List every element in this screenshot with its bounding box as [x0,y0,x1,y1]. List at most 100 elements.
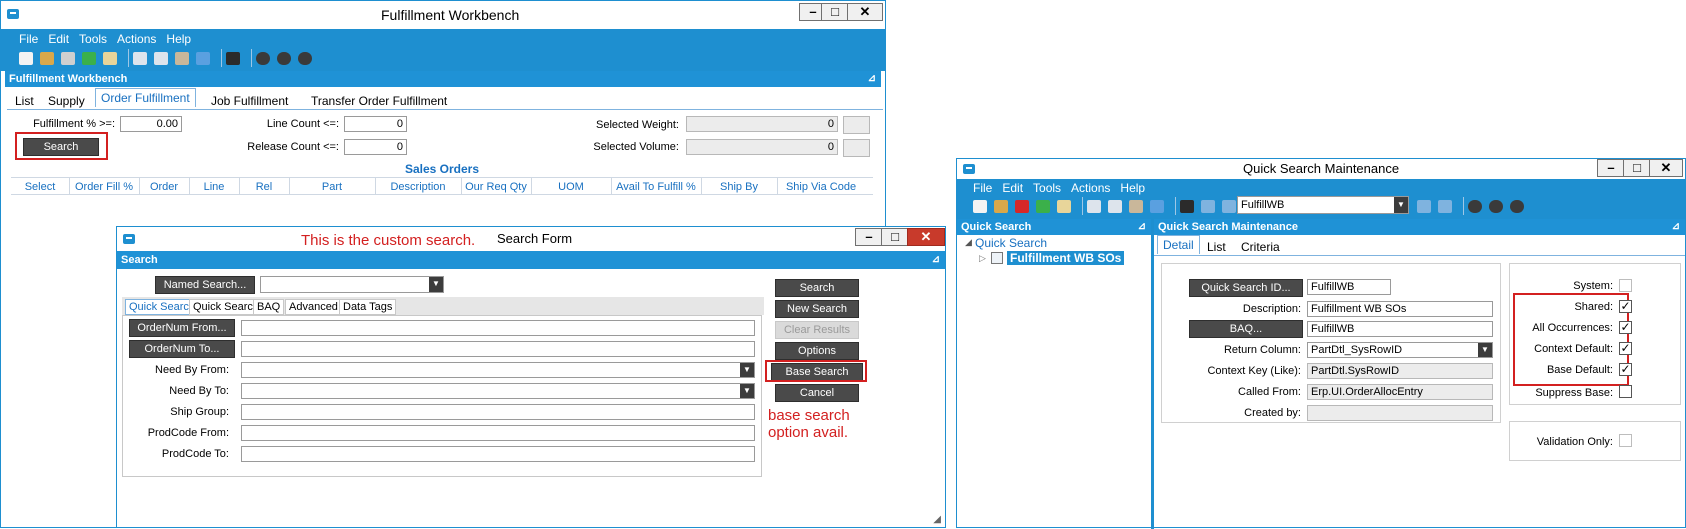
tree-child-expand-icon[interactable]: ▷ [979,253,986,264]
menu-actions[interactable]: Actions [1071,181,1110,195]
need-by-to-input[interactable]: ▼ [241,383,755,399]
cancel-button[interactable]: Cancel [775,384,859,402]
tab-quick-search-active[interactable]: Quick Search [125,299,200,315]
chevron-down-icon[interactable]: ▼ [429,277,443,292]
save-icon[interactable] [40,51,54,65]
tab-quick-search[interactable]: Quick Search [189,299,264,315]
quick-search-id-input[interactable]: FulfillWB [1307,279,1391,295]
validation-only-checkbox[interactable] [1619,434,1632,447]
new-icon[interactable] [973,199,987,213]
resize-grip-icon[interactable]: ◢ [933,514,941,525]
delete-icon[interactable] [1015,199,1029,213]
menu-actions[interactable]: Actions [117,32,156,46]
chevron-down-icon[interactable]: ▼ [1394,197,1408,213]
pin-icon[interactable]: ⊿ [932,251,940,269]
forward-icon[interactable] [1489,199,1503,213]
tab-list[interactable]: List [15,94,34,108]
qsm-record-combo[interactable]: FulfillWB ▼ [1237,196,1409,214]
menu-tools[interactable]: Tools [79,32,107,46]
tab-data-tags[interactable]: Data Tags [339,299,397,315]
new-search-button[interactable]: New Search [775,300,859,318]
ordernum-to-button[interactable]: OrderNum To... [129,340,235,358]
shared-checkbox[interactable]: ✓ [1619,300,1632,313]
undo-icon[interactable] [196,51,210,65]
tree-child[interactable]: Fulfillment WB SOs [1007,251,1125,265]
base-default-checkbox[interactable]: ✓ [1619,363,1632,376]
minimize-button[interactable]: – [1597,159,1625,177]
stop-icon[interactable] [1510,199,1524,213]
stop-icon[interactable] [298,51,312,65]
maximize-button[interactable]: □ [1623,159,1651,177]
need-by-from-input[interactable]: ▼ [241,362,755,378]
close-button[interactable]: ✕ [907,228,945,246]
last-record-icon[interactable] [1438,199,1452,213]
prodcode-to-input[interactable] [241,446,755,462]
next-record-icon[interactable] [1417,199,1431,213]
release-count-input[interactable]: 0 [344,139,407,155]
menu-help[interactable]: Help [166,32,191,46]
tab-baq[interactable]: BAQ [253,299,285,315]
baq-input[interactable]: FulfillWB [1307,321,1493,337]
clear-icon[interactable] [1057,199,1071,213]
prev-record-icon[interactable] [1222,199,1236,213]
all-occurrences-checkbox[interactable]: ✓ [1619,321,1632,334]
ship-group-input[interactable] [241,404,755,420]
binoculars-icon[interactable] [226,51,240,65]
ordernum-from-input[interactable] [241,320,755,336]
named-search-select[interactable]: ▼ [260,276,444,293]
maximize-button[interactable]: □ [821,3,849,21]
paste-icon[interactable] [1129,199,1143,213]
sf-search-button[interactable]: Search [775,279,859,297]
pin-icon[interactable]: ⊿ [1672,219,1680,235]
first-record-icon[interactable] [1201,199,1215,213]
menu-help[interactable]: Help [1120,181,1145,195]
ordernum-to-input[interactable] [241,341,755,357]
prodcode-from-input[interactable] [241,425,755,441]
back-icon[interactable] [256,51,270,65]
chevron-down-icon[interactable]: ▼ [740,384,754,398]
tab-order-fulfillment[interactable]: Order Fulfillment [95,88,196,107]
col-line[interactable]: Line [189,181,239,193]
chevron-down-icon[interactable]: ▼ [740,363,754,377]
context-default-checkbox[interactable]: ✓ [1619,342,1632,355]
tab-advanced[interactable]: Advanced [285,299,342,315]
col-description[interactable]: Description [375,181,461,193]
ordernum-from-button[interactable]: OrderNum From... [129,319,235,337]
chevron-down-icon[interactable]: ▼ [1478,343,1492,357]
clear-results-button[interactable]: Clear Results [775,321,859,339]
system-checkbox[interactable] [1619,279,1632,292]
close-button[interactable]: ✕ [1649,159,1683,177]
col-uom[interactable]: UOM [531,181,611,193]
cut-icon[interactable] [1087,199,1101,213]
col-ship-via-code[interactable]: Ship Via Code [777,181,865,193]
back-icon[interactable] [1468,199,1482,213]
cut-icon[interactable] [133,51,147,65]
menu-edit[interactable]: Edit [1002,181,1023,195]
save-icon[interactable] [994,199,1008,213]
col-ship-by[interactable]: Ship By [701,181,777,193]
col-rel[interactable]: Rel [239,181,289,193]
col-select[interactable]: Select [11,181,69,193]
undo-icon[interactable] [1150,199,1164,213]
tab-list[interactable]: List [1207,240,1226,254]
forward-icon[interactable] [277,51,291,65]
new-icon[interactable] [19,51,33,65]
paste-icon[interactable] [175,51,189,65]
maximize-button[interactable]: □ [881,228,909,246]
tab-supply[interactable]: Supply [48,94,85,108]
pin-icon[interactable]: ⊿ [1138,219,1146,235]
tab-criteria[interactable]: Criteria [1241,240,1280,254]
tab-detail[interactable]: Detail [1157,235,1200,254]
refresh-icon[interactable] [1036,199,1050,213]
refresh-icon[interactable] [82,51,96,65]
baq-button[interactable]: BAQ... [1189,320,1303,338]
copy-icon[interactable] [1108,199,1122,213]
binoculars-icon[interactable] [1180,199,1194,213]
panel-splitter[interactable] [1151,219,1154,529]
col-order[interactable]: Order [139,181,189,193]
col-part[interactable]: Part [289,181,375,193]
minimize-button[interactable]: – [855,228,883,246]
menu-edit[interactable]: Edit [48,32,69,46]
menu-file[interactable]: File [19,32,38,46]
suppress-base-checkbox[interactable] [1619,385,1632,398]
